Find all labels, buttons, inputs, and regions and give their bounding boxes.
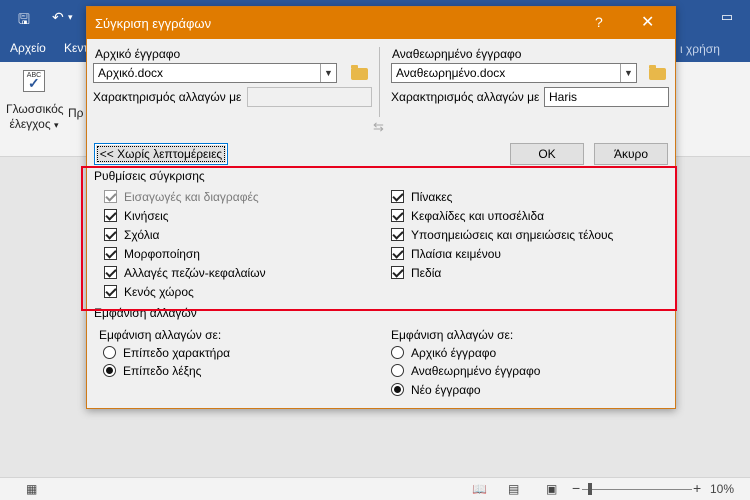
radio-label: Αναθεωρημένο έγγραφο	[411, 364, 541, 378]
original-document-combo[interactable]: Αρχικό.docx ▼	[93, 63, 337, 83]
revised-label-changes-label: Χαρακτηρισμός αλλαγών με	[391, 90, 540, 104]
radio-label: Νέο έγγραφο	[411, 383, 481, 397]
browse-revised-folder-icon[interactable]	[649, 65, 666, 80]
zoom-in-icon[interactable]: +	[693, 480, 701, 496]
proofing-label: Γλωσσικός έλεγχος ▾	[6, 102, 64, 133]
swap-documents-icon[interactable]: ⇆	[373, 119, 384, 135]
ok-button[interactable]: OK	[510, 143, 584, 165]
help-button[interactable]: ?	[595, 14, 603, 30]
restore-ribbon-icon[interactable]: ▭	[704, 0, 750, 34]
less-button[interactable]: << Χωρίς λεπτομέρειες	[94, 143, 228, 165]
browse-original-folder-icon[interactable]	[351, 65, 368, 80]
original-label-changes-label: Χαρακτηρισμός αλλαγών με	[93, 90, 242, 104]
zoom-slider-thumb[interactable]	[588, 483, 592, 495]
zoom-level[interactable]: 10%	[710, 482, 734, 496]
chevron-down-icon[interactable]: ▼	[620, 64, 636, 82]
revised-document-combo[interactable]: Αναθεωρημένο.docx ▼	[391, 63, 637, 83]
radio-button[interactable]	[391, 346, 404, 359]
dropdown-arrow-icon: ▾	[53, 120, 59, 130]
radio-button[interactable]	[103, 346, 116, 359]
proofing-label-line-1: Γλωσσικός	[6, 102, 64, 116]
original-author-field[interactable]	[247, 87, 372, 107]
status-bar: ▦ 📖 ▤ ▣ − + 10%	[0, 477, 750, 500]
print-layout-icon[interactable]: ▤	[508, 482, 519, 496]
zoom-slider[interactable]	[582, 489, 692, 490]
radio-label: Επίπεδο χαρακτήρα	[123, 346, 231, 360]
radio-button[interactable]	[391, 364, 404, 377]
proofing-button[interactable]: ABC ✓ Γλωσσικός έλεγχος ▾	[6, 70, 64, 133]
dialog-title-bar: Σύγκριση εγγράφων ? ✕	[87, 7, 675, 39]
original-document-label: Αρχικό έγγραφο	[95, 47, 181, 61]
dialog-title: Σύγκριση εγγράφων	[95, 16, 212, 31]
tab-home[interactable]: Κεντ	[64, 41, 88, 55]
show-changes-in-label: Εμφάνιση αλλαγών σε:	[391, 328, 514, 342]
revised-author-field[interactable]: Haris	[544, 87, 669, 107]
tell-me-box[interactable]: ι χρήση	[680, 42, 720, 56]
radio-button[interactable]	[103, 364, 116, 377]
undo-dropdown-icon[interactable]: ▾	[68, 12, 73, 23]
spelling-check-icon: ABC ✓	[23, 70, 45, 92]
show-changes-at-label: Εμφάνιση αλλαγών σε:	[99, 328, 222, 342]
column-separator	[379, 47, 380, 117]
radio-label: Αρχικό έγγραφο	[411, 346, 497, 360]
original-document-value: Αρχικό.docx	[98, 66, 164, 80]
less-button-label: << Χωρίς λεπτομέρειες	[96, 146, 226, 162]
chevron-down-icon[interactable]: ▼	[320, 64, 336, 82]
web-layout-icon[interactable]: ▣	[546, 482, 557, 496]
tab-file[interactable]: Αρχείο	[10, 41, 46, 55]
save-icon[interactable]: 🖫	[18, 9, 30, 33]
zoom-out-icon[interactable]: −	[572, 480, 580, 496]
close-button[interactable]: ✕	[641, 12, 654, 32]
layout-icon[interactable]: ▦	[26, 482, 37, 496]
revised-document-value: Αναθεωρημένο.docx	[396, 66, 506, 80]
check-icon: ✓	[28, 75, 40, 91]
undo-icon[interactable]: ↶	[52, 9, 64, 26]
radio-label: Επίπεδο λέξης	[123, 364, 202, 378]
proofing-label-line-2-text: έλεγχος	[9, 117, 51, 131]
comparison-settings-highlight	[81, 166, 677, 311]
proofing-label-line-2: έλεγχος ▾	[6, 117, 62, 133]
radio-button[interactable]	[391, 383, 404, 396]
read-mode-icon[interactable]: 📖	[472, 482, 487, 496]
cancel-button[interactable]: Άκυρο	[594, 143, 668, 165]
revised-document-label: Αναθεωρημένο έγγραφο	[392, 47, 522, 61]
ribbon-group-label-partial[interactable]: Πρ	[68, 106, 84, 120]
